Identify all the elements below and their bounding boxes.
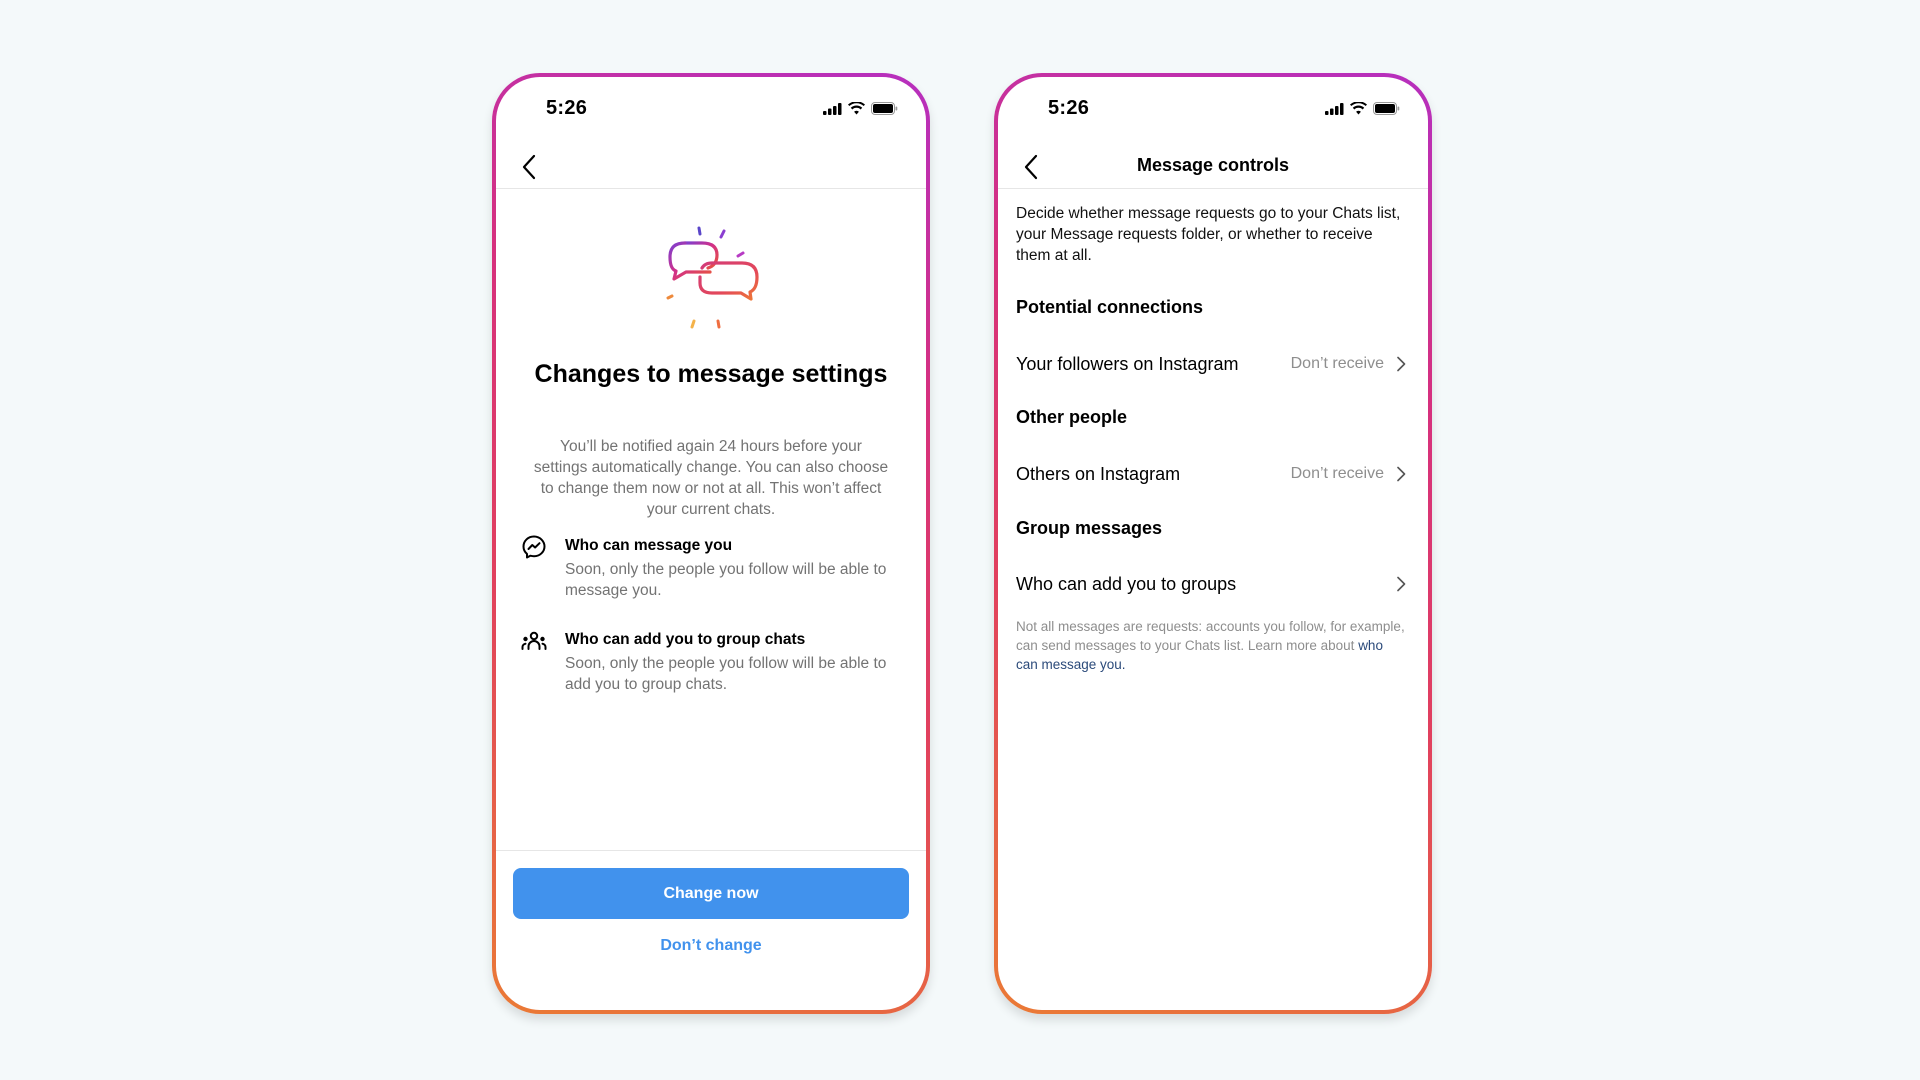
phone-screen: 5:26 Message controls Decide whether mes… [998,77,1428,1010]
footnote: Not all messages are requests: accounts … [1016,617,1406,674]
status-icons [823,102,898,115]
header-divider [496,188,926,189]
info-item-title: Who can message you [565,537,733,554]
setting-row-who-can-add-you-to-groups[interactable]: Who can add you to groups [1016,569,1406,599]
info-item-who-can-message: Who can message you Soon, only the peopl… [520,533,904,603]
wifi-icon [848,102,865,115]
page-title: Changes to message settings [534,360,888,388]
setting-row-label: Who can add you to groups [1016,573,1237,594]
footnote-text: Not all messages are requests: accounts … [1016,619,1405,653]
chevron-right-icon [1397,466,1406,482]
info-item-group-chats: Who can add you to group chats Soon, onl… [520,627,904,697]
info-item-title: Who can add you to group chats [565,631,806,648]
status-icons [1325,102,1400,115]
setting-row-others-on-instagram[interactable]: Others on Instagram Don’t receive [1016,459,1406,489]
wifi-icon [1350,102,1367,115]
footer-divider [496,850,926,851]
screen-description: Decide whether message requests go to yo… [1016,205,1401,264]
status-time: 5:26 [1048,97,1090,119]
change-now-button[interactable]: Change now [513,868,909,919]
back-chevron-icon[interactable] [520,154,540,180]
battery-icon [1373,102,1400,115]
screen-title: Message controls [1136,155,1290,175]
chat-bubbles-sparkle-icon [666,226,759,329]
setting-row-label: Others on Instagram [1016,463,1181,484]
section-heading-potential-connections: Potential connections [1016,297,1204,317]
info-item-description: Soon, only the people you follow will be… [565,655,887,693]
info-item-description: Soon, only the people you follow will be… [565,561,887,599]
phone-frame-message-controls: 5:26 Message controls Decide whether mes… [994,73,1432,1014]
battery-icon [871,102,898,115]
setting-row-followers-on-instagram[interactable]: Your followers on Instagram Don’t receiv… [1016,349,1406,379]
setting-row-value: Don’t receive [1290,465,1384,482]
phone-screen: 5:26 Changes to message settings You’ll … [496,77,926,1010]
setting-row-label: Your followers on Instagram [1016,353,1239,374]
header-divider [998,188,1428,189]
phone-frame-changes-to-message-settings: 5:26 Changes to message settings You’ll … [492,73,930,1014]
group-people-icon [521,631,547,650]
messenger-icon [522,535,546,559]
dont-change-button[interactable]: Don’t change [496,937,926,955]
chevron-right-icon [1397,576,1406,592]
cellular-signal-icon [1325,102,1344,115]
section-heading-group-messages: Group messages [1016,518,1163,538]
status-time: 5:26 [546,97,588,119]
page-description: You’ll be notified again 24 hours before… [533,438,889,518]
setting-row-value: Don’t receive [1290,355,1384,372]
cellular-signal-icon [823,102,842,115]
chevron-right-icon [1397,356,1406,372]
section-heading-other-people: Other people [1016,407,1128,427]
